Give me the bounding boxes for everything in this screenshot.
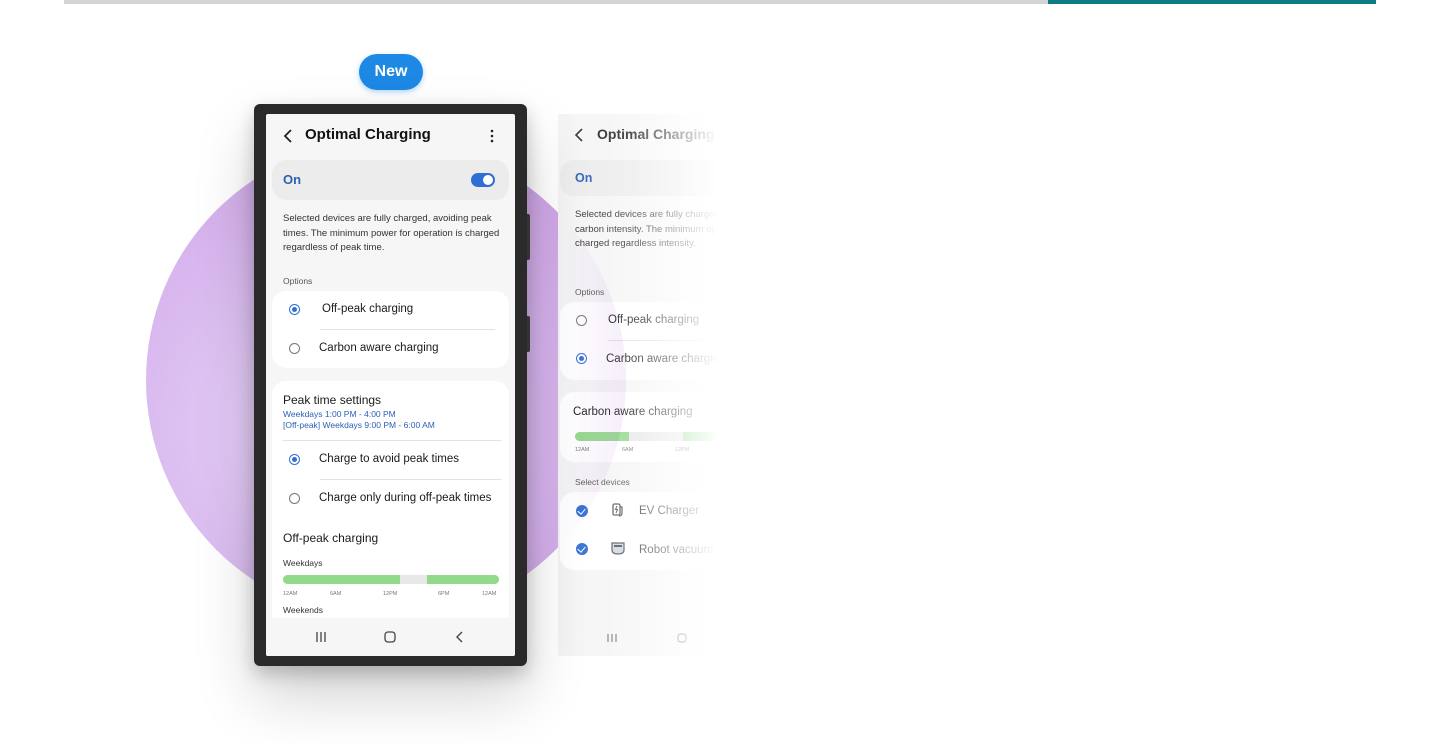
back-icon[interactable] [280, 127, 298, 145]
weekends-label: Weekends [283, 605, 324, 615]
options-header: Options [283, 276, 313, 286]
ev-charger-icon [612, 503, 623, 517]
radio-off-peak [576, 315, 587, 326]
checkbox-ev-charger [576, 505, 588, 517]
option-label: Charge only during off-peak times [319, 492, 492, 504]
radio-only-off-peak[interactable] [289, 493, 300, 504]
secondary-devices-header: Select devices [575, 477, 630, 487]
power-button [527, 316, 530, 352]
secondary-carbon-title: Carbon aware charging [573, 406, 693, 418]
optimal-charging-switch[interactable] [471, 173, 495, 187]
divider [320, 329, 495, 330]
toggle-label: On [283, 172, 302, 187]
carbon-timeline [575, 432, 718, 441]
secondary-description: Selected devices are fully charged of lo… [575, 209, 718, 249]
app-bar: Optimal Charging [266, 114, 515, 158]
secondary-devices-card: EV Charger Robot vacuum [560, 492, 718, 570]
peak-settings-card: Peak time settings Weekdays 1:00 PM - 4:… [272, 381, 509, 631]
description-text: Selected devices are fully charged, avoi… [283, 213, 500, 253]
page-title: Optimal Charging [305, 126, 431, 143]
timeline-segment [575, 432, 629, 441]
robot-vacuum-icon [611, 542, 625, 555]
back-icon [574, 128, 583, 142]
phone-frame: Optimal Charging On Selected devices are… [254, 104, 530, 666]
radio-avoid-peak[interactable] [289, 454, 300, 465]
tick-label: 12AM [283, 591, 298, 597]
secondary-on-card: On [560, 160, 718, 196]
timeline-segment [427, 575, 499, 584]
tick-label: 12PM [383, 591, 398, 597]
nav-back-icon[interactable] [453, 630, 467, 644]
option-label: Charge to avoid peak times [319, 453, 459, 465]
option-label: Off-peak charging [322, 303, 414, 315]
tick-label: 6AM [622, 447, 634, 453]
divider [283, 440, 501, 441]
carousel-progress-fill [1048, 0, 1376, 4]
weekdays-timeline [283, 575, 499, 584]
secondary-title: Optimal Charging [597, 126, 715, 142]
options-card: Off-peak charging Carbon aware charging [272, 291, 509, 368]
new-badge: New [359, 54, 423, 90]
checkbox-robot-vacuum [576, 543, 588, 555]
recent-apps-icon[interactable] [314, 630, 328, 644]
secondary-option-label: Off-peak charging [608, 314, 700, 326]
device-label: Robot vacuum [639, 544, 714, 556]
secondary-options-card: Off-peak charging Carbon aware charging [560, 302, 718, 380]
secondary-screen: Optimal Charging On Selected devices are… [558, 114, 718, 656]
off-peak-time-text: [Off-peak] Weekdays 9:00 PM - 6:00 AM [283, 420, 435, 430]
volume-button [527, 214, 530, 260]
radio-carbon-aware [576, 353, 587, 364]
device-label: EV Charger [639, 505, 700, 517]
home-icon[interactable] [383, 630, 397, 644]
timeline-segment [283, 575, 400, 584]
secondary-options-header: Options [575, 287, 605, 297]
secondary-option-label: Carbon aware charging [606, 353, 718, 365]
tick-label: 12AM [575, 447, 590, 453]
phone-screen: Optimal Charging On Selected devices are… [266, 114, 515, 656]
secondary-carbon-card: Carbon aware charging 12AM 6AM 12PM [560, 392, 718, 462]
option-label: Carbon aware charging [319, 342, 439, 354]
tick-label: 12PM [675, 447, 690, 453]
peak-time-text: Weekdays 1:00 PM - 4:00 PM [283, 409, 396, 419]
divider [608, 340, 718, 341]
secondary-on-label: On [575, 171, 593, 185]
tick-label: 6AM [330, 591, 342, 597]
home-icon [677, 633, 687, 643]
peak-settings-title[interactable]: Peak time settings [283, 393, 381, 407]
master-toggle-row[interactable]: On [272, 160, 509, 200]
radio-off-peak[interactable] [289, 304, 300, 315]
divider [320, 479, 501, 480]
tick-label: 6PM [438, 591, 450, 597]
timeline-segment [683, 432, 718, 441]
more-options-icon[interactable] [483, 127, 501, 145]
tick-label: 12AM [482, 591, 497, 597]
off-peak-title: Off-peak charging [283, 531, 379, 545]
carousel-progress-track [64, 0, 1376, 4]
recent-apps-icon [607, 634, 617, 642]
system-nav-bar [266, 618, 515, 656]
radio-carbon-aware[interactable] [289, 343, 300, 354]
weekdays-label: Weekdays [283, 558, 323, 568]
